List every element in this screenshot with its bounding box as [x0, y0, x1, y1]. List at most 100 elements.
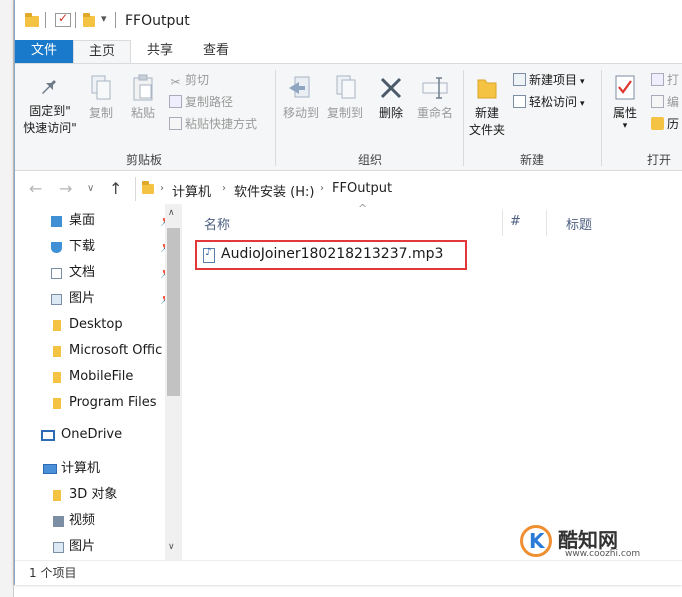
history-icon — [651, 117, 664, 130]
copy-path-button[interactable]: 复制路径 — [169, 92, 233, 112]
address-bar-row: ← → ∨ ↑ › 计算机 › 软件安装 (H:) › FFOutput — [15, 174, 682, 204]
tab-file[interactable]: 文件 — [15, 40, 73, 64]
history-button[interactable]: 历 — [651, 114, 679, 134]
pin-to-quick-access-button[interactable]: 固定到" 快速访问" — [21, 74, 79, 137]
nav-item-label: 视频 — [69, 513, 96, 528]
nav-item-computer[interactable]: 计算机 — [15, 456, 180, 482]
tab-view[interactable]: 查看 — [191, 40, 241, 64]
nav-item-onedrive[interactable]: OneDrive — [15, 422, 180, 448]
nav-item-downloads[interactable]: 下载 📌 — [15, 234, 180, 260]
open-button[interactable]: 打 — [651, 70, 679, 90]
up-arrow-icon[interactable]: ↑ — [109, 179, 122, 198]
scroll-down-icon[interactable]: ∨ — [168, 542, 175, 552]
folder-icon — [53, 346, 61, 357]
title-bar: ✓ ▾ FFOutput — [15, 0, 682, 42]
file-row-highlighted[interactable]: AudioJoiner180218213237.mp3 — [195, 240, 467, 270]
computer-icon — [43, 464, 57, 474]
new-folder-label-line2: 文件夹 — [468, 123, 505, 137]
column-header-number[interactable]: # — [510, 214, 521, 229]
nav-item-label: Desktop — [69, 317, 123, 332]
nav-item-pictures[interactable]: 图片 📌 — [15, 286, 180, 312]
sort-ascending-icon: ^ — [358, 202, 368, 215]
nav-item-label: 下载 — [69, 239, 96, 254]
nav-item-label: 图片 — [69, 539, 96, 554]
nav-item-microsoft-office[interactable]: Microsoft Offic — [15, 338, 180, 364]
column-divider[interactable] — [546, 210, 547, 236]
properties-label: 属性 — [612, 106, 637, 120]
forward-arrow-icon[interactable]: → — [59, 179, 72, 198]
download-icon — [51, 242, 62, 253]
paste-icon — [133, 74, 153, 101]
tab-share[interactable]: 共享 — [135, 40, 185, 64]
easy-access-button[interactable]: 轻松访问 ▾ — [513, 92, 585, 112]
nav-item-desktop[interactable]: 桌面 📌 — [15, 208, 180, 234]
breadcrumb-computer[interactable]: 计算机 — [172, 181, 211, 200]
onedrive-icon — [41, 430, 55, 441]
ribbon-tabs: 文件 主页 共享 查看 — [15, 40, 682, 64]
group-label-organize: 组织 — [357, 153, 382, 167]
delete-button[interactable]: 删除 — [371, 74, 411, 122]
paste-shortcut-icon — [169, 117, 182, 130]
move-to-button[interactable]: 移动到 — [279, 74, 323, 122]
nav-item-label: 图片 — [69, 291, 96, 306]
properties-icon — [615, 75, 635, 100]
new-folder-button[interactable]: 新建 文件夹 — [465, 74, 509, 139]
paste-button[interactable]: 粘贴 — [123, 74, 163, 122]
copy-to-label: 复制到 — [326, 106, 363, 120]
edit-button[interactable]: 编 — [651, 92, 679, 112]
paste-shortcut-button[interactable]: 粘贴快捷方式 — [169, 114, 257, 134]
nav-item-mobilefile[interactable]: MobileFile — [15, 364, 180, 390]
new-folder-qa-icon[interactable] — [83, 13, 95, 27]
group-label-new: 新建 — [519, 153, 544, 167]
nav-scrollbar-thumb[interactable] — [167, 228, 180, 396]
copy-icon — [91, 75, 111, 100]
address-box[interactable]: › 计算机 › 软件安装 (H:) › FFOutput — [135, 177, 682, 201]
column-header-title[interactable]: 标题 — [566, 214, 592, 233]
column-header-name[interactable]: 名称 — [204, 214, 230, 233]
nav-item-documents[interactable]: 文档 📌 — [15, 260, 180, 286]
new-item-button[interactable]: 新建项目 ▾ — [513, 70, 585, 90]
breadcrumb-separator-icon: › — [160, 183, 164, 194]
audio-file-icon — [203, 247, 215, 263]
scroll-up-icon[interactable]: ∧ — [168, 208, 175, 218]
cut-label: 剪切 — [185, 73, 210, 87]
folder-icon — [53, 372, 61, 383]
copy-button[interactable]: 复制 — [81, 74, 121, 122]
edit-icon — [651, 95, 664, 108]
column-divider[interactable] — [502, 210, 503, 236]
breadcrumb-drive[interactable]: 软件安装 (H:) — [234, 181, 314, 200]
dropdown-arrow-icon: ▾ — [580, 99, 585, 109]
group-label-clipboard: 剪贴板 — [125, 153, 162, 167]
divider — [115, 12, 116, 28]
nav-item-program-files[interactable]: Program Files — [15, 390, 180, 416]
nav-item-pictures-2[interactable]: 图片 — [15, 534, 180, 560]
watermark-url: www.coozhi.com — [565, 549, 641, 559]
nav-item-3d-objects[interactable]: 3D 对象 — [15, 482, 180, 508]
group-divider — [275, 70, 276, 166]
properties-check-icon[interactable]: ✓ — [55, 11, 71, 27]
nav-item-label: 计算机 — [61, 461, 101, 476]
pin-label-line2: 快速访问" — [23, 121, 77, 135]
file-name[interactable]: AudioJoiner180218213237.mp3 — [221, 246, 443, 262]
tab-home[interactable]: 主页 — [73, 40, 131, 64]
dropdown-arrow-icon: ▾ — [580, 77, 585, 87]
nav-item-desktop-folder[interactable]: Desktop — [15, 312, 180, 338]
cut-button[interactable]: ✂ 剪切 — [169, 70, 209, 90]
easy-access-label: 轻松访问 — [529, 95, 578, 109]
nav-item-label: 文档 — [69, 265, 96, 280]
copy-path-icon — [169, 95, 182, 108]
rename-button[interactable]: 重命名 — [413, 74, 457, 122]
new-item-icon — [513, 73, 526, 86]
breadcrumb-current-folder[interactable]: FFOutput — [332, 181, 392, 196]
nav-item-videos[interactable]: 视频 — [15, 508, 180, 534]
folder-icon — [53, 398, 61, 409]
recent-locations-chevron-icon[interactable]: ∨ — [87, 183, 94, 194]
copy-to-button[interactable]: 复制到 — [323, 74, 367, 122]
properties-button[interactable]: 属性 ▾ — [605, 74, 645, 131]
back-arrow-icon[interactable]: ← — [29, 179, 42, 198]
address-folder-icon — [142, 181, 154, 194]
customize-quick-access-icon[interactable]: ▾ — [101, 12, 107, 25]
window-title: FFOutput — [125, 13, 190, 29]
copy-to-icon — [336, 75, 356, 99]
desktop-icon — [51, 216, 62, 227]
